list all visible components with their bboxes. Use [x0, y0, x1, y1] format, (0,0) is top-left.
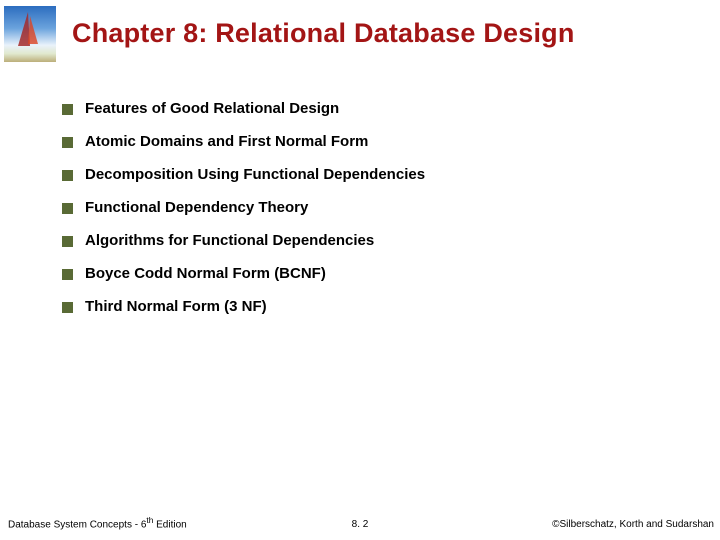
slide-title: Chapter 8: Relational Database Design [72, 18, 704, 49]
slide: Chapter 8: Relational Database Design Fe… [0, 0, 720, 540]
slide-footer: Database System Concepts - 6th Edition 8… [0, 514, 720, 530]
bullet-text: Functional Dependency Theory [85, 199, 308, 216]
logo-sail-right [28, 16, 38, 44]
square-bullet-icon [62, 203, 73, 214]
list-item: Decomposition Using Functional Dependenc… [62, 166, 690, 183]
book-logo [4, 6, 56, 62]
list-item: Algorithms for Functional Dependencies [62, 232, 690, 249]
bullet-text: Third Normal Form (3 NF) [85, 298, 267, 315]
list-item: Features of Good Relational Design [62, 100, 690, 117]
bullet-text: Atomic Domains and First Normal Form [85, 133, 368, 150]
bullet-text: Decomposition Using Functional Dependenc… [85, 166, 425, 183]
bullet-text: Features of Good Relational Design [85, 100, 339, 117]
bullet-text: Boyce Codd Normal Form (BCNF) [85, 265, 326, 282]
square-bullet-icon [62, 302, 73, 313]
square-bullet-icon [62, 170, 73, 181]
footer-right: ©Silberschatz, Korth and Sudarshan [552, 519, 714, 530]
list-item: Functional Dependency Theory [62, 199, 690, 216]
bullet-text: Algorithms for Functional Dependencies [85, 232, 374, 249]
list-item: Atomic Domains and First Normal Form [62, 133, 690, 150]
list-item: Third Normal Form (3 NF) [62, 298, 690, 315]
square-bullet-icon [62, 104, 73, 115]
square-bullet-icon [62, 137, 73, 148]
square-bullet-icon [62, 269, 73, 280]
slide-body: Features of Good Relational Design Atomi… [62, 100, 690, 331]
list-item: Boyce Codd Normal Form (BCNF) [62, 265, 690, 282]
square-bullet-icon [62, 236, 73, 247]
